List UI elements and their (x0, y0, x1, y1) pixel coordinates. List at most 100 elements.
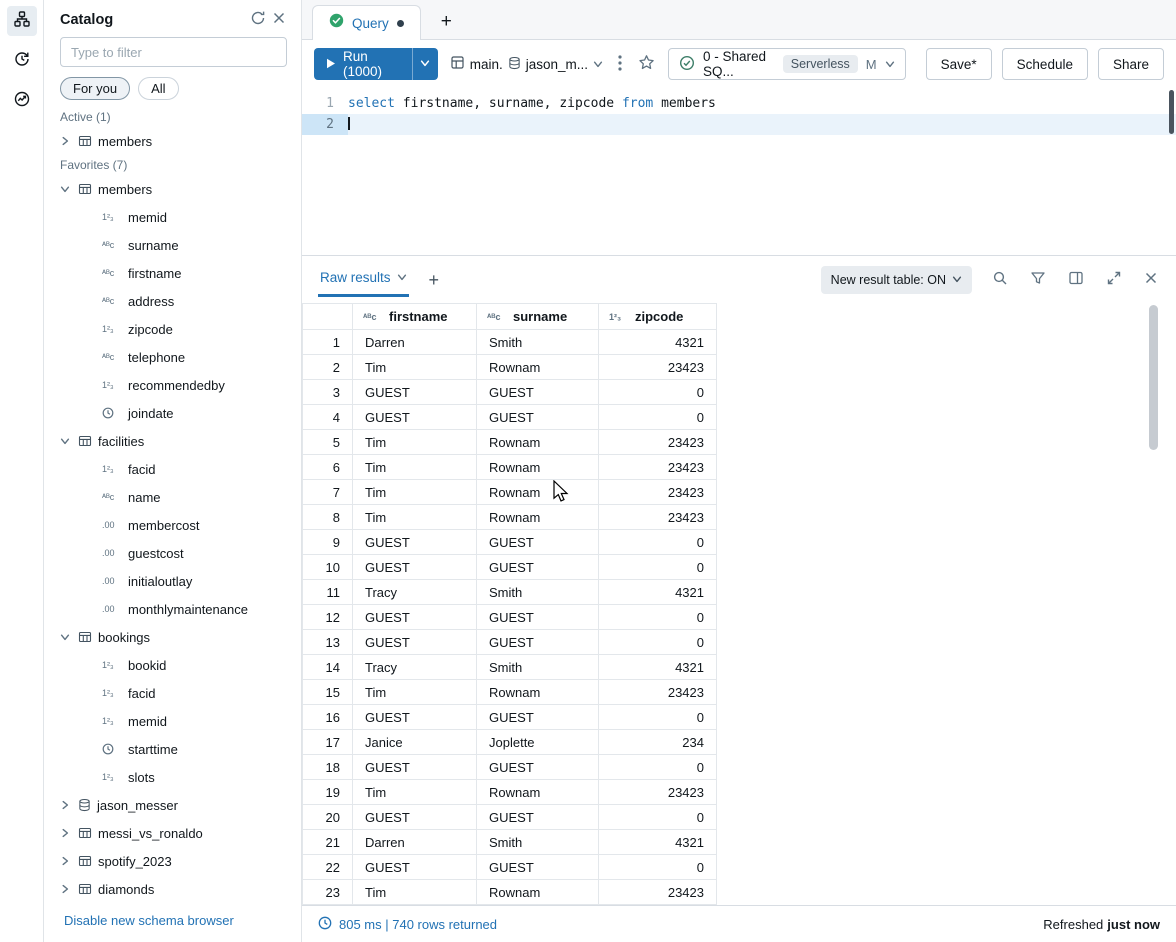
chevron-down-icon[interactable] (58, 184, 72, 194)
results-toolbar-right: New result table: ON (821, 266, 1160, 294)
chevron-down-icon[interactable] (58, 632, 72, 642)
column-item-name[interactable]: ᴬᴮcname (44, 483, 301, 511)
table-row[interactable]: 21DarrenSmith4321 (303, 830, 717, 855)
chevron-right-icon[interactable] (58, 800, 72, 810)
run-button[interactable]: Run (1000) (314, 48, 412, 80)
column-item-address[interactable]: ᴬᴮcaddress (44, 287, 301, 315)
tree-item-jason_messer[interactable]: jason_messer (44, 791, 301, 819)
chevron-right-icon[interactable] (58, 856, 72, 866)
tree-item-members[interactable]: members (44, 127, 301, 155)
table-row[interactable]: 2TimRownam23423 (303, 355, 717, 380)
column-item-telephone[interactable]: ᴬᴮctelephone (44, 343, 301, 371)
table-row[interactable]: 11TracySmith4321 (303, 580, 717, 605)
column-item-memid[interactable]: 1²₃memid (44, 203, 301, 231)
table-row[interactable]: 18GUESTGUEST0 (303, 755, 717, 780)
table-row[interactable]: 8TimRownam23423 (303, 505, 717, 530)
tab-query[interactable]: Query (312, 5, 421, 40)
favorite-button[interactable] (635, 51, 658, 77)
table-row[interactable]: 12GUESTGUEST0 (303, 605, 717, 630)
table-row[interactable]: 23TimRownam23423 (303, 880, 717, 905)
run-options-button[interactable] (412, 48, 438, 80)
tree-item-members[interactable]: members (44, 175, 301, 203)
side-panel-button[interactable] (1066, 268, 1086, 291)
tree-item-messi_vs_ronaldo[interactable]: messi_vs_ronaldo (44, 819, 301, 847)
schedule-button[interactable]: Schedule (1002, 48, 1088, 80)
column-item-facid[interactable]: 1²₃facid (44, 679, 301, 707)
close-results-button[interactable] (1142, 269, 1160, 290)
table-row[interactable]: 15TimRownam23423 (303, 680, 717, 705)
results-scrollbar[interactable] (1149, 305, 1158, 903)
table-row[interactable]: 20GUESTGUEST0 (303, 805, 717, 830)
warehouse-selector[interactable]: 0 - Shared SQ... Serverless M (668, 48, 906, 80)
column-item-slots[interactable]: 1²₃slots (44, 763, 301, 791)
new-result-table-toggle[interactable]: New result table: ON (821, 266, 972, 294)
chevron-right-icon[interactable] (58, 884, 72, 894)
refresh-button[interactable] (247, 7, 269, 32)
column-header-surname[interactable]: ᴬᴮcsurname (477, 304, 599, 330)
table-row[interactable]: 9GUESTGUEST0 (303, 530, 717, 555)
table-row[interactable]: 10GUESTGUEST0 (303, 555, 717, 580)
number-type-icon: 1²₃ (102, 772, 122, 782)
table-row[interactable]: 19TimRownam23423 (303, 780, 717, 805)
results-scrollbar-thumb[interactable] (1149, 305, 1158, 450)
column-item-membercost[interactable]: .00membercost (44, 511, 301, 539)
filter-all[interactable]: All (138, 77, 178, 100)
tree-item-spotify_2023[interactable]: spotify_2023 (44, 847, 301, 875)
disable-schema-browser-link[interactable]: Disable new schema browser (64, 913, 234, 928)
table-row[interactable]: 16GUESTGUEST0 (303, 705, 717, 730)
column-item-guestcost[interactable]: .00guestcost (44, 539, 301, 567)
chevron-right-icon[interactable] (58, 136, 72, 146)
column-item-starttime[interactable]: starttime (44, 735, 301, 763)
table-row[interactable]: 17JaniceJoplette234 (303, 730, 717, 755)
tree-item-facilities[interactable]: facilities (44, 427, 301, 455)
history-button[interactable] (7, 46, 37, 76)
column-item-memid[interactable]: 1²₃memid (44, 707, 301, 735)
insights-button[interactable] (7, 86, 37, 116)
raw-results-tab[interactable]: Raw results (318, 262, 409, 297)
firstname-cell: GUEST (353, 555, 477, 580)
add-result-tab-button[interactable]: + (423, 270, 446, 290)
save-button[interactable]: Save* (926, 48, 992, 80)
new-tab-button[interactable]: + (435, 11, 458, 32)
tree-item-diamonds[interactable]: diamonds (44, 875, 301, 902)
filter-results-button[interactable] (1028, 268, 1048, 291)
sql-editor[interactable]: 1select firstname, surname, zipcode from… (302, 88, 1176, 255)
filter-input[interactable] (60, 37, 287, 67)
table-row[interactable]: 3GUESTGUEST0 (303, 380, 717, 405)
table-row[interactable]: 5TimRownam23423 (303, 430, 717, 455)
share-button[interactable]: Share (1098, 48, 1164, 80)
schema-browser-button[interactable] (7, 6, 37, 36)
table-row[interactable]: 14TracySmith4321 (303, 655, 717, 680)
chevron-right-icon[interactable] (58, 828, 72, 838)
fullscreen-button[interactable] (1104, 268, 1124, 291)
editor-line-2[interactable]: 2 (302, 114, 1176, 135)
table-row[interactable]: 6TimRownam23423 (303, 455, 717, 480)
catalog-selector[interactable]: main. jason_m... (448, 55, 605, 73)
table-row[interactable]: 13GUESTGUEST0 (303, 630, 717, 655)
column-item-recommendedby[interactable]: 1²₃recommendedby (44, 371, 301, 399)
editor-line-1[interactable]: 1select firstname, surname, zipcode from… (302, 93, 1176, 114)
column-item-firstname[interactable]: ᴬᴮcfirstname (44, 259, 301, 287)
search-results-button[interactable] (990, 268, 1010, 291)
table-row[interactable]: 7TimRownam23423 (303, 480, 717, 505)
column-item-joindate[interactable]: joindate (44, 399, 301, 427)
table-row[interactable]: 22GUESTGUEST0 (303, 855, 717, 880)
column-item-initialoutlay[interactable]: .00initialoutlay (44, 567, 301, 595)
table-row[interactable]: 4GUESTGUEST0 (303, 405, 717, 430)
table-row[interactable]: 1DarrenSmith4321 (303, 330, 717, 355)
close-panel-button[interactable] (269, 8, 289, 31)
editor-scrollbar-thumb[interactable] (1169, 90, 1174, 134)
chevron-down-icon[interactable] (58, 436, 72, 446)
chevron-down-icon (397, 270, 407, 285)
column-item-facid[interactable]: 1²₃facid (44, 455, 301, 483)
column-item-surname[interactable]: ᴬᴮcsurname (44, 231, 301, 259)
column-item-bookid[interactable]: 1²₃bookid (44, 651, 301, 679)
tree-item-label: bookings (98, 630, 150, 645)
column-header-zipcode[interactable]: 1²₃zipcode (599, 304, 717, 330)
more-options-button[interactable] (615, 51, 625, 78)
column-item-zipcode[interactable]: 1²₃zipcode (44, 315, 301, 343)
tree-item-bookings[interactable]: bookings (44, 623, 301, 651)
column-header-firstname[interactable]: ᴬᴮcfirstname (353, 304, 477, 330)
column-item-monthlymaintenance[interactable]: .00monthlymaintenance (44, 595, 301, 623)
filter-for-you[interactable]: For you (60, 77, 130, 100)
